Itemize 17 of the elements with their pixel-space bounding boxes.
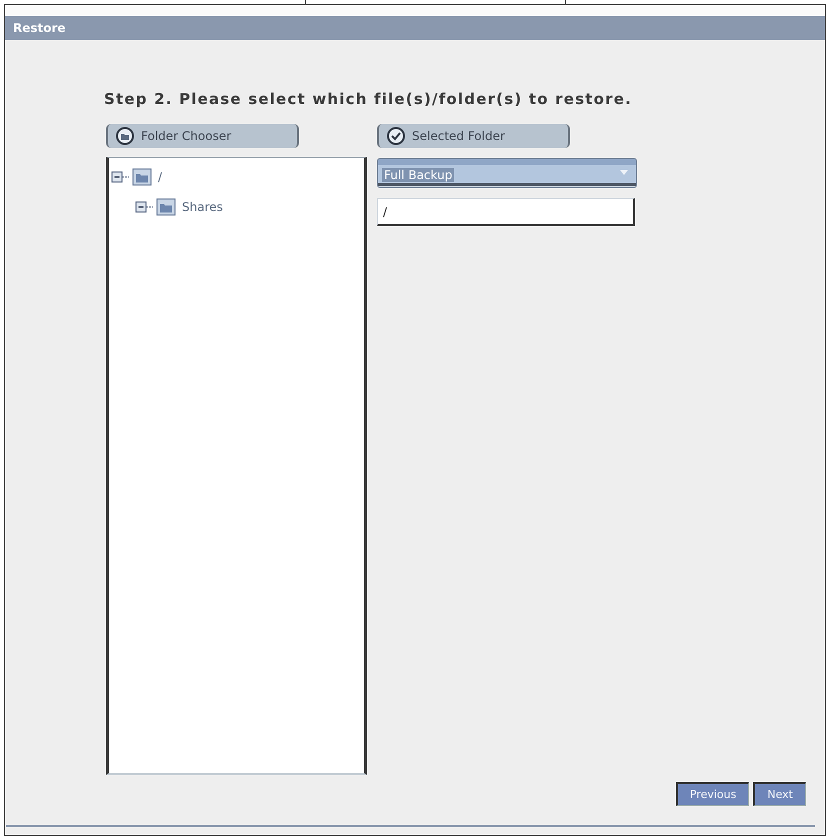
next-button[interactable]: Next: [753, 782, 806, 806]
tree-item[interactable]: Shares: [135, 196, 364, 218]
folder-icon: [132, 168, 152, 186]
instruction-text: Step 2. Please select which file(s)/folder(s) to restore.: [104, 90, 633, 108]
tree-item[interactable]: /: [111, 166, 364, 188]
previous-button[interactable]: Previous: [676, 782, 750, 806]
path-field[interactable]: /: [377, 198, 635, 226]
folder-icon: [156, 198, 176, 216]
minus-box-icon[interactable]: [111, 171, 129, 183]
check-circle-icon: [387, 127, 405, 145]
folder-circle-icon: [116, 127, 134, 145]
section-title: Folder Chooser: [141, 129, 232, 143]
window-title: Restore: [13, 21, 66, 35]
caret-icon: [620, 170, 628, 175]
version-dropdown[interactable]: Full Backup: [377, 158, 637, 188]
section-title: Selected Folder: [412, 129, 505, 143]
minus-box-icon[interactable]: [135, 201, 153, 213]
